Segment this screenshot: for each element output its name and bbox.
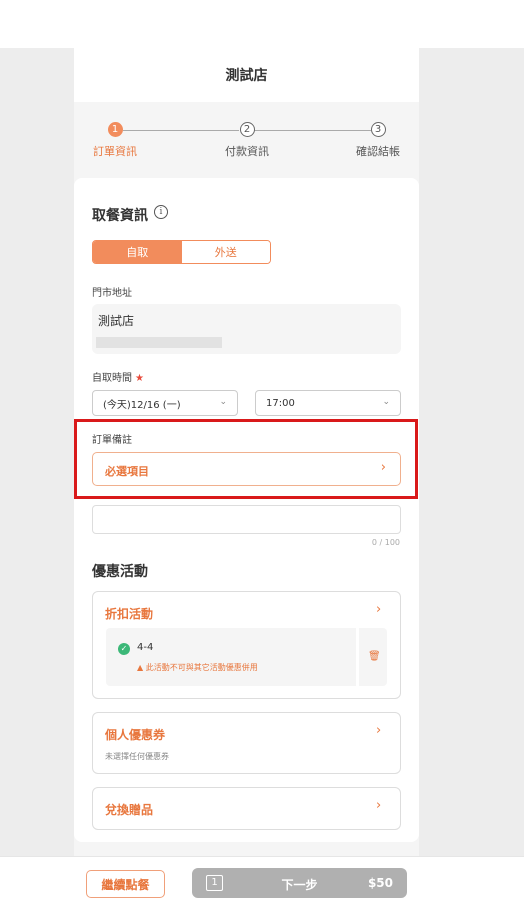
discount-item: [106, 628, 356, 686]
gift-redemption-title[interactable]: 兌換贈品: [105, 801, 153, 818]
info-icon[interactable]: i: [154, 205, 168, 219]
step-number: 3: [370, 122, 386, 137]
pickup-time-label: 自取時間 ★: [92, 369, 144, 384]
store-address-name: 測試店: [98, 314, 135, 328]
pickup-time-select[interactable]: 17:00 ⌄: [255, 390, 401, 416]
discount-warning-text: 此活動不可與其它活動優惠併用: [145, 663, 258, 672]
chevron-right-icon[interactable]: ›: [376, 798, 381, 813]
pickup-date-select[interactable]: (今天)12/16 (一) ⌄: [92, 390, 238, 416]
chevron-right-icon[interactable]: ›: [376, 602, 381, 617]
continue-ordering-button[interactable]: 繼續點餐: [86, 870, 165, 898]
step-payment-info: 2 付款資訊: [212, 120, 282, 159]
store-address-label: 門市地址: [92, 288, 132, 299]
tab-delivery[interactable]: 外送: [181, 241, 270, 263]
chevron-down-icon: ⌄: [382, 397, 390, 407]
personal-coupon-box[interactable]: [92, 712, 401, 774]
discount-warning: ▲ 此活動不可與其它活動優惠併用: [137, 662, 258, 673]
chevron-down-icon: ⌄: [219, 397, 227, 407]
personal-coupon-title[interactable]: 個人優惠券: [105, 726, 165, 743]
warning-icon: ▲: [137, 663, 144, 672]
store-title: 測試店: [74, 48, 419, 102]
highlight-box: [74, 419, 418, 499]
trash-icon[interactable]: 🗑: [368, 651, 381, 662]
pickup-time-value: 17:00: [266, 397, 295, 409]
note-char-counter: 0 / 100: [371, 538, 400, 547]
order-note-textarea[interactable]: [92, 505, 401, 534]
step-confirm-checkout: 3 確認結帳: [343, 120, 413, 159]
pickup-date-value: (今天)12/16 (一): [103, 399, 181, 411]
promotions-section-title: 優惠活動: [92, 564, 148, 580]
step-number: 2: [239, 122, 255, 137]
pickup-time-label-text: 自取時間: [92, 373, 132, 384]
step-order-info: 1 訂單資訊: [80, 120, 150, 159]
next-step-button[interactable]: 1 下一步 $50: [192, 868, 407, 898]
step-label: 付款資訊: [225, 145, 269, 158]
step-number: 1: [107, 122, 123, 137]
check-icon: ✓: [118, 643, 130, 655]
top-bar: [0, 0, 524, 48]
step-label: 確認結帳: [356, 145, 400, 158]
personal-coupon-subtitle: 未選擇任何優惠券: [105, 752, 169, 761]
pickup-section-title: 取餐資訊: [92, 208, 148, 224]
step-label: 訂單資訊: [93, 145, 137, 158]
pickup-mode-toggle: 自取 外送: [92, 240, 271, 264]
chevron-right-icon[interactable]: ›: [376, 723, 381, 738]
redacted-address: [96, 337, 222, 348]
discount-item-name: 4-4: [137, 642, 154, 653]
order-total: $50: [367, 876, 393, 890]
discount-activity-title[interactable]: 折扣活動: [105, 605, 153, 622]
required-star-icon: ★: [135, 373, 144, 384]
checkout-stepper: 1 訂單資訊 2 付款資訊 3 確認結帳: [74, 120, 419, 164]
tab-self-pickup[interactable]: 自取: [93, 241, 182, 263]
